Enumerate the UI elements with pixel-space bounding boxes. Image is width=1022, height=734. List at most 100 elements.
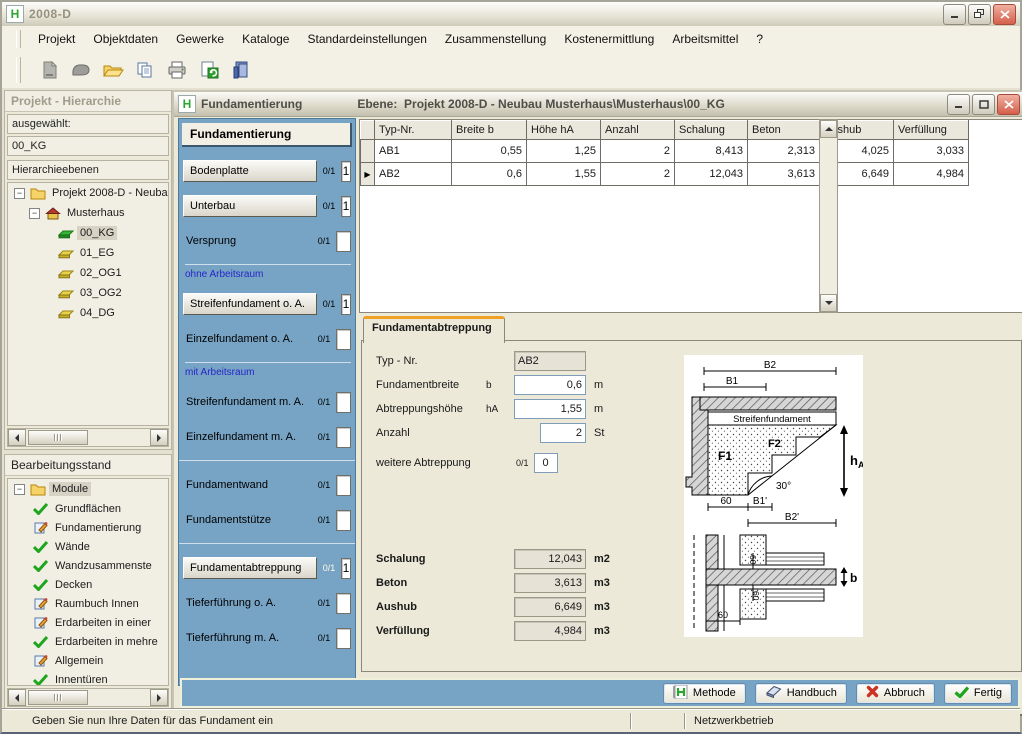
tree-item-04-dg[interactable]: 04_DG — [8, 303, 168, 323]
export-refresh-icon[interactable] — [197, 58, 221, 82]
menu-item-objektdaten[interactable]: Objektdaten — [84, 28, 167, 50]
sidebar-item-button[interactable]: Bodenplatte — [183, 160, 317, 182]
module-item-erdarbeiten-in-einer[interactable]: Erdarbeiten in einer — [8, 613, 168, 632]
copy-icon[interactable] — [133, 58, 157, 82]
sidebar-item-button[interactable]: Fundamentstütze — [183, 514, 312, 526]
table-row[interactable]: ▶AB20,61,55212,0433,6136,6494,984 — [361, 163, 969, 186]
scroll-down-icon[interactable] — [820, 294, 837, 312]
collapse-toggle-icon[interactable]: − — [14, 484, 25, 495]
tree-item-01-eg[interactable]: 01_EG — [8, 243, 168, 263]
handbuch-button[interactable]: Handbuch — [755, 683, 847, 704]
column-header-breite-b[interactable]: Breite b — [452, 121, 527, 140]
module-root[interactable]: −Module — [8, 479, 168, 499]
child-minimize-button[interactable] — [947, 94, 970, 115]
module-item-allgemein[interactable]: Allgemein — [8, 651, 168, 670]
sidebar-item-button[interactable]: Versprung — [183, 235, 312, 247]
tree-item-00-kg[interactable]: 00_KG — [8, 223, 168, 243]
menu-item-[interactable]: ? — [747, 28, 772, 50]
column-header-schalung[interactable]: Schalung — [675, 121, 748, 140]
exit-door-icon[interactable] — [229, 58, 253, 82]
methode-button[interactable]: Methode — [663, 683, 746, 704]
menu-item-gewerke[interactable]: Gewerke — [167, 28, 233, 50]
sidebar-item-count-box[interactable] — [336, 593, 351, 614]
sidebar-item-count-box[interactable] — [336, 231, 351, 252]
sidebar-item-count-box[interactable]: 1 — [341, 161, 351, 182]
hierarchy-hscrollbar[interactable] — [7, 428, 169, 447]
module-item-grundflächen[interactable]: Grundflächen — [8, 499, 168, 518]
print-icon[interactable] — [165, 58, 189, 82]
module-item-decken[interactable]: Decken — [8, 575, 168, 594]
new-document-icon[interactable] — [37, 58, 61, 82]
collapse-toggle-icon[interactable]: − — [14, 188, 25, 199]
tree-item-03-og2[interactable]: 03_OG2 — [8, 283, 168, 303]
child-maximize-button[interactable] — [972, 94, 995, 115]
module-item-erdarbeiten-in-mehre[interactable]: Erdarbeiten in mehre — [8, 632, 168, 651]
scroll-up-icon[interactable] — [820, 120, 837, 138]
module-item-wände[interactable]: Wände — [8, 537, 168, 556]
status-hscrollbar[interactable] — [7, 688, 169, 707]
sidebar-item-button[interactable]: Fundamentwand — [183, 479, 312, 491]
field-value-anzahl[interactable]: 2 — [540, 423, 586, 443]
row-selector-cell[interactable] — [361, 140, 375, 163]
scroll-left-icon[interactable] — [8, 429, 26, 446]
menu-item-standardeinstellungen[interactable]: Standardeinstellungen — [298, 28, 435, 50]
sidebar-item-button[interactable]: Fundamentabtreppung — [183, 557, 317, 579]
fertig-button[interactable]: Fertig — [944, 683, 1012, 704]
column-header-verfüllung[interactable]: Verfüllung — [894, 121, 969, 140]
sidebar-item-count-box[interactable]: 1 — [341, 196, 351, 217]
scroll-left-icon[interactable] — [8, 689, 26, 706]
sidebar-item-button[interactable]: Unterbau — [183, 195, 317, 217]
tab-fundamentabtreppung[interactable]: Fundamentabtreppung — [363, 316, 505, 343]
menu-item-kostenermittlung[interactable]: Kostenermittlung — [555, 28, 663, 50]
sidebar-item-count-box[interactable] — [336, 329, 351, 350]
scroll-thumb[interactable] — [28, 430, 88, 445]
close-button[interactable] — [993, 4, 1016, 25]
open-gray-icon[interactable] — [69, 58, 93, 82]
restore-button[interactable] — [968, 4, 991, 25]
scroll-right-icon[interactable] — [150, 689, 168, 706]
field-value-fundamentbreite[interactable]: 0,6 — [514, 375, 586, 395]
sidebar-item-count-box[interactable] — [336, 427, 351, 448]
scroll-thumb[interactable] — [28, 690, 88, 705]
open-folder-icon[interactable] — [101, 58, 125, 82]
module-item-wandzusammenste[interactable]: Wandzusammenste — [8, 556, 168, 575]
column-header-typ-nr[interactable]: Typ-Nr. — [375, 121, 452, 140]
table-row[interactable]: AB10,551,2528,4132,3134,0253,033 — [361, 140, 969, 163]
module-item-raumbuch-innen[interactable]: Raumbuch Innen — [8, 594, 168, 613]
sidebar-item-button[interactable]: Streifenfundament o. A. — [183, 293, 317, 315]
field-value-weitere-abtreppung[interactable]: 0 — [534, 453, 558, 473]
sidebar-item-count-box[interactable] — [336, 510, 351, 531]
abbruch-button[interactable]: Abbruch — [856, 683, 935, 704]
module-item-fundamentierung[interactable]: Fundamentierung — [8, 518, 168, 537]
module-item-innentüren[interactable]: Innentüren — [8, 670, 168, 686]
menu-item-zusammenstellung[interactable]: Zusammenstellung — [436, 28, 555, 50]
sidebar-item-button[interactable]: Einzelfundament o. A. — [183, 333, 312, 345]
column-header-beton[interactable]: Beton — [748, 121, 820, 140]
module-item-label: Innentüren — [52, 673, 111, 687]
table-vscrollbar[interactable] — [819, 119, 838, 313]
tree-item-projekt-2008-d-neubau[interactable]: −Projekt 2008-D - Neubau — [8, 183, 168, 203]
child-close-button[interactable] — [997, 94, 1020, 115]
sidebar-item-count-box[interactable] — [336, 628, 351, 649]
menu-item-projekt[interactable]: Projekt — [29, 28, 84, 50]
sidebar-item-button[interactable]: Tieferführung m. A. — [183, 632, 312, 644]
tree-item-02-og1[interactable]: 02_OG1 — [8, 263, 168, 283]
column-header-anzahl[interactable]: Anzahl — [601, 121, 675, 140]
scroll-right-icon[interactable] — [150, 429, 168, 446]
row-selector-cell[interactable]: ▶ — [361, 163, 375, 186]
sidebar-item-button[interactable]: Einzelfundament m. A. — [183, 431, 312, 443]
sidebar-item-count-box[interactable] — [336, 392, 351, 413]
field-value-abtreppungshöhe[interactable]: 1,55 — [514, 399, 586, 419]
sidebar-item-count-box[interactable]: 1 — [341, 294, 351, 315]
sidebar-item-count-box[interactable] — [336, 475, 351, 496]
collapse-toggle-icon[interactable]: − — [29, 208, 40, 219]
menu-item-arbeitsmittel[interactable]: Arbeitsmittel — [663, 28, 747, 50]
minimize-button[interactable] — [943, 4, 966, 25]
tree-item-musterhaus[interactable]: −Musterhaus — [8, 203, 168, 223]
menu-item-kataloge[interactable]: Kataloge — [233, 28, 298, 50]
sidebar-item-count-box[interactable]: 1 — [341, 558, 351, 579]
sidebar-item-button[interactable]: Streifenfundament m. A. — [183, 396, 312, 408]
column-header-höhe-ha[interactable]: Höhe hA — [527, 121, 601, 140]
sidebar-item-button[interactable]: Tieferführung o. A. — [183, 597, 312, 609]
field-unit: St — [594, 427, 604, 439]
